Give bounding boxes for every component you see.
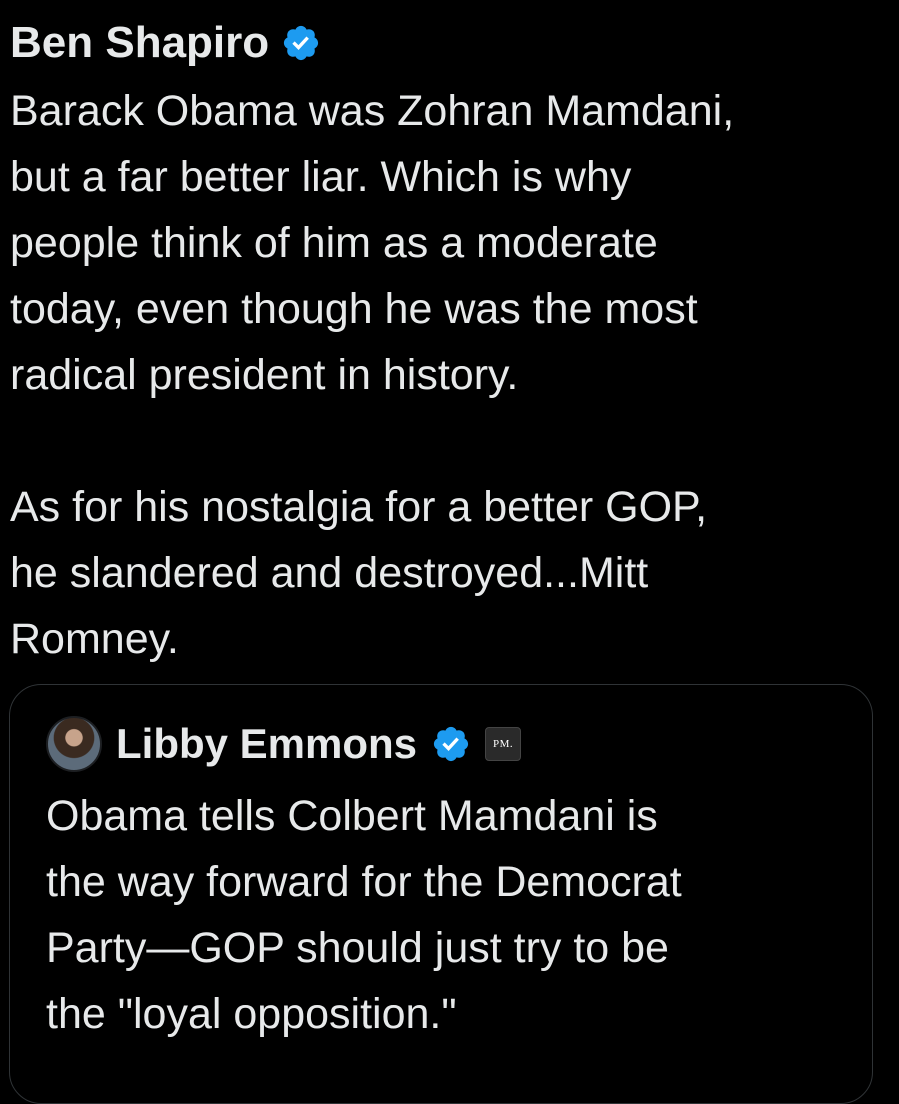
tweet-text: Barack Obama was Zohran Mamdani, but a f… <box>10 87 735 663</box>
verified-badge-icon[interactable] <box>431 724 471 764</box>
affiliate-badge-icon[interactable]: PM. <box>485 727 522 761</box>
verified-badge-icon[interactable] <box>281 23 321 63</box>
quoted-tweet-text: Obama tells Colbert Mamdani is the way f… <box>46 792 682 1038</box>
quoted-tweet-card[interactable]: Libby Emmons PM. Obama tells Colbert Mam… <box>9 684 873 1104</box>
tweet[interactable]: Ben Shapiro Barack Obama was Zohran Mamd… <box>10 14 890 672</box>
tweet-header: Ben Shapiro <box>10 14 890 72</box>
quoted-tweet-header: Libby Emmons PM. <box>46 715 522 773</box>
quoted-author-name[interactable]: Libby Emmons <box>116 715 417 773</box>
author-name[interactable]: Ben Shapiro <box>10 14 269 72</box>
avatar[interactable] <box>46 716 102 772</box>
